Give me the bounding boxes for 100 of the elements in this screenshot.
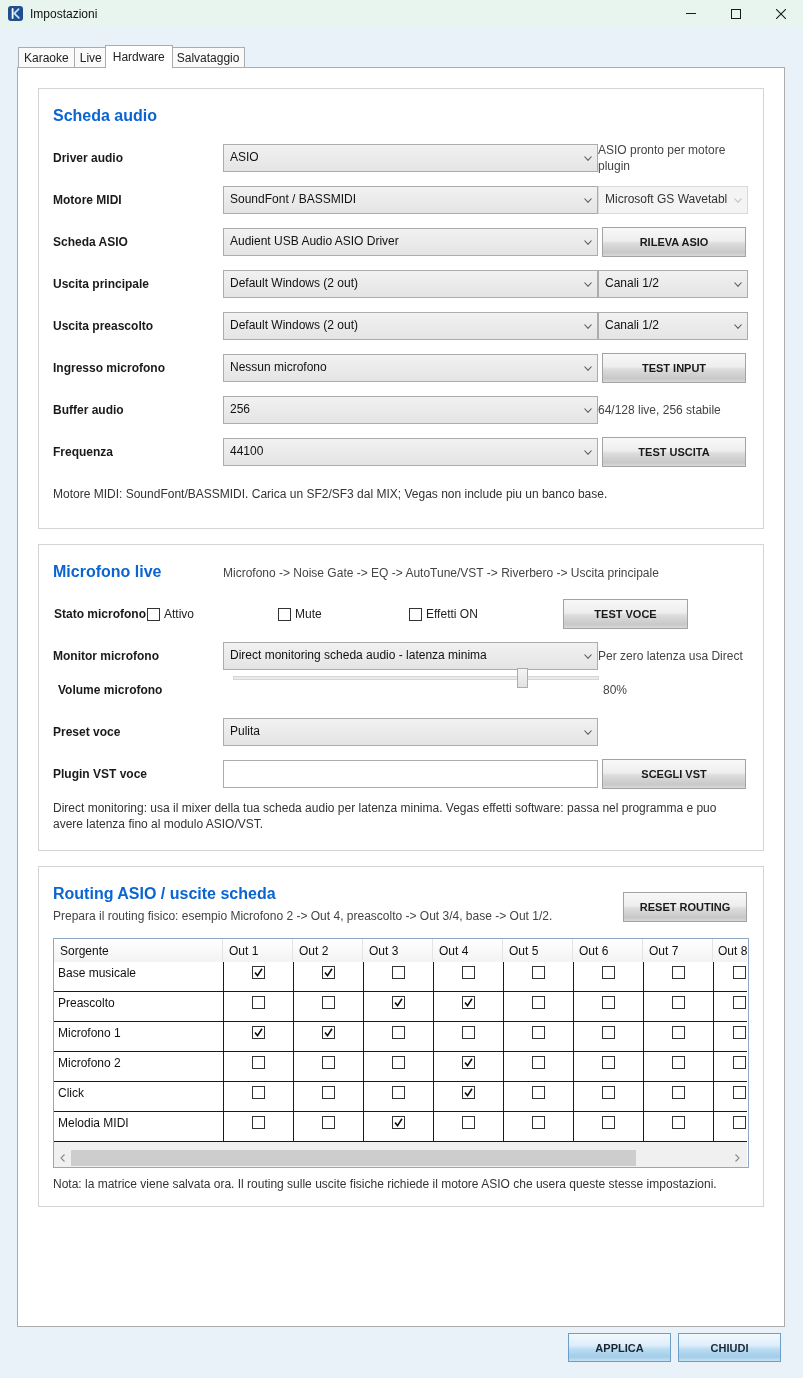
checkbox[interactable] — [392, 1086, 405, 1099]
dropdown[interactable]: Canali 1/2 — [598, 270, 748, 298]
checkbox[interactable] — [322, 1116, 335, 1129]
checkbox[interactable] — [252, 1026, 265, 1039]
checkbox-label[interactable]: Attivo — [164, 607, 194, 621]
checkbox[interactable] — [252, 996, 265, 1009]
close-icon[interactable] — [775, 8, 786, 19]
checkbox[interactable] — [532, 966, 545, 979]
checkbox[interactable] — [602, 1086, 615, 1099]
chevron-left-icon[interactable] — [60, 1153, 65, 1162]
dropdown[interactable]: ASIO — [223, 144, 598, 172]
checkbox[interactable] — [733, 966, 746, 979]
checkbox[interactable] — [672, 1116, 685, 1129]
checkbox[interactable] — [602, 966, 615, 979]
checkbox[interactable] — [462, 1026, 475, 1039]
checkbox[interactable] — [392, 1056, 405, 1069]
action-button[interactable]: RILEVA ASIO — [602, 227, 746, 257]
dropdown[interactable]: Pulita — [223, 718, 598, 746]
checkbox[interactable] — [532, 996, 545, 1009]
checkbox[interactable] — [392, 996, 405, 1009]
scrollbar-track[interactable] — [54, 1142, 747, 1167]
checkbox[interactable] — [252, 1086, 265, 1099]
dropdown[interactable]: Nessun microfono — [223, 354, 598, 382]
field-label: Plugin VST voce — [53, 767, 149, 781]
action-button[interactable]: TEST USCITA — [602, 437, 746, 467]
dropdown[interactable]: Direct monitoring scheda audio - latenza minima — [223, 642, 598, 670]
checkbox[interactable] — [392, 1026, 405, 1039]
column-header: Out 6 — [573, 939, 643, 962]
checkbox[interactable] — [392, 1116, 405, 1129]
checkbox[interactable] — [733, 1026, 746, 1039]
dialog-button[interactable]: CHIUDI — [678, 1333, 781, 1362]
checkbox[interactable] — [602, 1116, 615, 1129]
checkbox[interactable] — [278, 607, 291, 621]
checkbox[interactable] — [322, 1086, 335, 1099]
window-title: Impostazioni — [30, 6, 99, 21]
checkbox[interactable] — [322, 966, 335, 979]
checkbox[interactable] — [462, 1086, 475, 1099]
action-button[interactable]: TEST VOCE — [563, 599, 688, 629]
checkbox[interactable] — [322, 996, 335, 1009]
checkbox[interactable] — [733, 996, 746, 1009]
dropdown[interactable]: 256 — [223, 396, 598, 424]
chevron-down-icon — [584, 653, 592, 659]
slider-thumb[interactable] — [517, 668, 528, 688]
hint-text: 64/128 live, 256 stabile — [598, 402, 721, 418]
checkbox[interactable] — [322, 1026, 335, 1039]
dropdown[interactable]: Default Windows (2 out) — [223, 270, 598, 298]
checkbox-label[interactable]: Effetti ON — [426, 607, 478, 621]
checkbox[interactable] — [462, 1116, 475, 1129]
checkbox-label[interactable]: Mute — [295, 607, 322, 621]
checkbox[interactable] — [532, 1086, 545, 1099]
dialog-button[interactable]: APPLICA — [568, 1333, 671, 1362]
checkbox[interactable] — [252, 1056, 265, 1069]
tab[interactable]: Hardware — [104, 45, 173, 68]
checkbox[interactable] — [672, 1056, 685, 1069]
action-button[interactable]: RESET ROUTING — [623, 892, 747, 922]
dropdown[interactable]: Default Windows (2 out) — [223, 312, 598, 340]
hint-text: Per zero latenza usa Direct — [598, 648, 743, 664]
scrollbar-thumb[interactable] — [71, 1149, 636, 1166]
checkbox[interactable] — [532, 1056, 545, 1069]
checkbox[interactable] — [602, 1026, 615, 1039]
checkbox[interactable] — [672, 996, 685, 1009]
checkbox[interactable] — [672, 966, 685, 979]
text-field[interactable] — [223, 760, 598, 788]
checkbox[interactable] — [532, 1026, 545, 1039]
checkbox[interactable] — [733, 1116, 746, 1129]
checkbox[interactable] — [462, 1056, 475, 1069]
checkbox[interactable] — [252, 966, 265, 979]
tab[interactable]: Karaoke — [18, 47, 75, 67]
checkbox[interactable] — [462, 996, 475, 1009]
section-title: Microfono live — [53, 562, 163, 582]
checkbox[interactable] — [462, 966, 475, 979]
maximize-icon[interactable] — [730, 8, 741, 19]
dropdown[interactable]: 44100 — [223, 438, 598, 466]
checkbox[interactable] — [409, 607, 422, 621]
checkbox[interactable] — [322, 1056, 335, 1069]
tab[interactable]: Salvataggio — [170, 47, 246, 67]
chevron-down-icon — [584, 449, 592, 455]
checkbox[interactable] — [602, 996, 615, 1009]
checkbox[interactable] — [672, 1086, 685, 1099]
action-button[interactable]: SCEGLI VST — [602, 759, 746, 789]
dropdown[interactable]: Canali 1/2 — [598, 312, 748, 340]
dropdown[interactable]: Audient USB Audio ASIO Driver — [223, 228, 598, 256]
field-label: Preset voce — [53, 725, 122, 739]
checkbox[interactable] — [733, 1086, 746, 1099]
slider-track[interactable] — [233, 668, 599, 688]
checkbox[interactable] — [672, 1026, 685, 1039]
note-text: Direct monitoring: usa il mixer della tua scheda audio per latenza minima. Vegas effetti software: passa nel programma e puo avere latenza fino al modulo ASIO/VST. — [53, 800, 718, 832]
field-label: Stato microfono — [54, 607, 146, 621]
minimize-icon[interactable] — [685, 13, 696, 14]
dropdown[interactable]: SoundFont / BASSMIDI — [223, 186, 598, 214]
checkbox[interactable] — [392, 966, 405, 979]
checkbox[interactable] — [252, 1116, 265, 1129]
checkbox[interactable] — [147, 607, 160, 621]
action-button[interactable]: TEST INPUT — [602, 353, 746, 383]
checkbox[interactable] — [733, 1056, 746, 1069]
chevron-down-icon — [584, 239, 592, 245]
checkbox[interactable] — [532, 1116, 545, 1129]
chevron-right-icon[interactable] — [735, 1153, 740, 1162]
field-label: Uscita preascolto — [53, 319, 155, 333]
checkbox[interactable] — [602, 1056, 615, 1069]
